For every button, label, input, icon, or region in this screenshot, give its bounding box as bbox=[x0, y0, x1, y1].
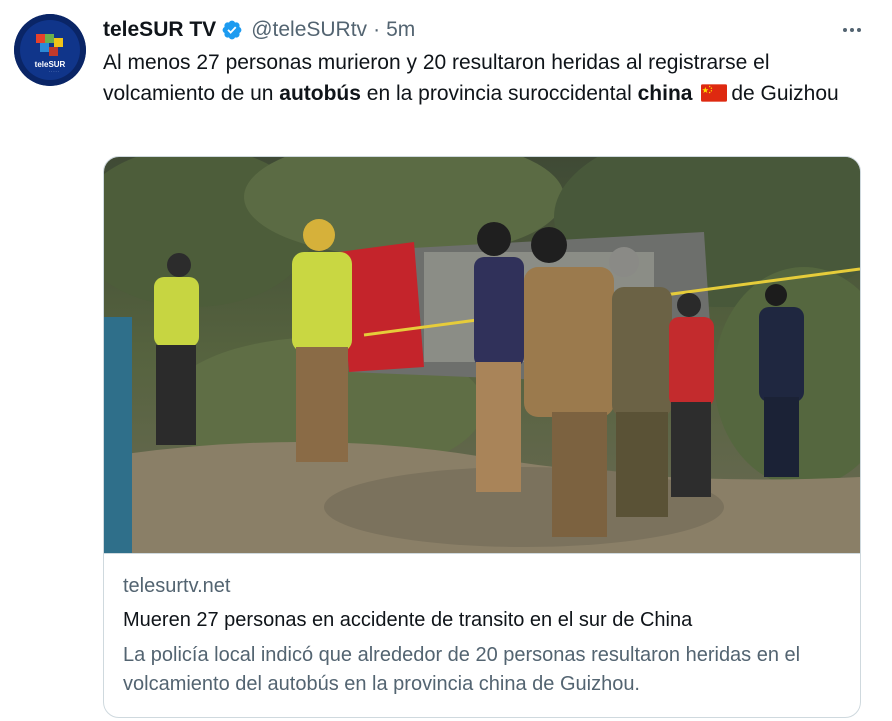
svg-text:· · · · ·: · · · · · bbox=[49, 70, 59, 74]
tweet[interactable]: teleSUR · · · · · teleSUR TV @teleSURtv … bbox=[0, 0, 892, 721]
china-flag-icon bbox=[701, 84, 728, 102]
account-handle[interactable]: @teleSURtv bbox=[251, 18, 367, 42]
card-description: La policía local indicó que alrededor de… bbox=[123, 644, 801, 695]
card-divider bbox=[104, 553, 860, 554]
tweet-timestamp[interactable]: 5m bbox=[386, 18, 415, 42]
tweet-text-bold1: autobús bbox=[279, 82, 361, 105]
header-separator: · bbox=[373, 18, 381, 41]
card-image[interactable] bbox=[104, 157, 860, 553]
avatar[interactable]: teleSUR · · · · · bbox=[14, 14, 86, 86]
svg-text:teleSUR: teleSUR bbox=[35, 60, 66, 69]
link-card[interactable]: telesurtv.net Mueren 27 personas en acci… bbox=[103, 156, 861, 718]
tweet-text-part2: en la provincia suroccidental bbox=[360, 82, 638, 105]
tweet-text-bold2: china bbox=[637, 82, 693, 105]
tweet-text-part3: de Guizhou bbox=[731, 82, 839, 105]
account-name[interactable]: teleSUR TV bbox=[103, 18, 216, 42]
tweet-text: Al menos 27 personas murieron y 20 resul… bbox=[103, 47, 843, 109]
more-options-icon[interactable] bbox=[838, 18, 866, 42]
verified-badge-icon bbox=[221, 19, 243, 41]
tweet-header: teleSUR TV @teleSURtv · 5m bbox=[103, 16, 872, 44]
telesur-logo: teleSUR · · · · · bbox=[14, 14, 86, 86]
card-title[interactable]: Mueren 27 personas en accidente de trans… bbox=[123, 609, 692, 632]
card-domain: telesurtv.net bbox=[123, 575, 231, 597]
